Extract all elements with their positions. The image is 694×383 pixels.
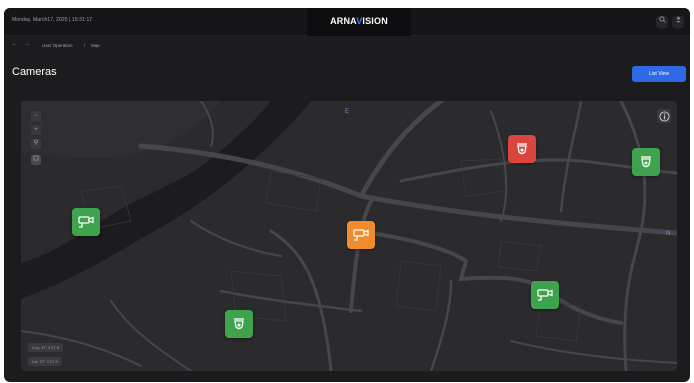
locate-button[interactable] [31,139,41,149]
search-icon[interactable] [656,16,668,28]
camera-marker-bullet[interactable] [531,281,559,309]
map-view[interactable]: − + E N Lng: 37° 0'27.9 Lat: 37° 0'27.9 [21,101,677,371]
breadcrumb-item-map: Map [91,43,100,48]
dome-camera-icon [234,318,244,330]
current-datetime: Monday, March17, 2025 | 15:31:17 [12,17,93,23]
list-view-button[interactable]: List View [632,66,686,82]
camera-marker-dome[interactable] [508,135,536,163]
camera-marker-bullet[interactable] [347,221,375,249]
compass-label-top: E [345,109,350,115]
logo-text-pre: ARNA [330,16,357,26]
forward-arrow-icon[interactable]: → [24,41,30,47]
user-icon[interactable] [672,16,684,28]
zoom-out-button[interactable]: − [31,111,41,121]
logo-box: ARNAVISION [307,8,411,36]
back-arrow-icon[interactable]: ← [12,41,18,47]
dome-camera-icon [641,156,651,168]
latitude-readout: Lat: 37° 0'27.9 [28,357,62,366]
info-button[interactable] [657,109,671,123]
compass-label-right: N [666,231,671,237]
pin-icon [34,139,38,145]
layers-button[interactable] [31,155,41,165]
dome-camera-icon [517,143,527,155]
bullet-camera-icon [537,289,553,301]
camera-marker-bullet[interactable] [72,208,100,236]
layers-icon [33,155,39,161]
breadcrumb: ← → User Operation / Map [4,37,690,55]
camera-marker-dome[interactable] [632,148,660,176]
top-bar: Monday, March17, 2025 | 15:31:17 ARNAVIS… [4,8,690,36]
zoom-in-button[interactable]: + [31,125,41,135]
longitude-readout: Lng: 37° 0'27.9 [28,343,63,352]
logo-text-post: ISION [362,16,388,26]
bullet-camera-icon [353,229,369,241]
breadcrumb-item-user-operation[interactable]: User Operation [42,43,73,48]
app-window: Monday, March17, 2025 | 15:31:17 ARNAVIS… [4,8,690,382]
app-logo: ARNAVISION [307,16,411,26]
info-icon [658,110,670,122]
page-title: Cameras [12,66,57,78]
bullet-camera-icon [78,216,94,228]
camera-marker-dome[interactable] [225,310,253,338]
breadcrumb-separator: / [84,43,86,48]
